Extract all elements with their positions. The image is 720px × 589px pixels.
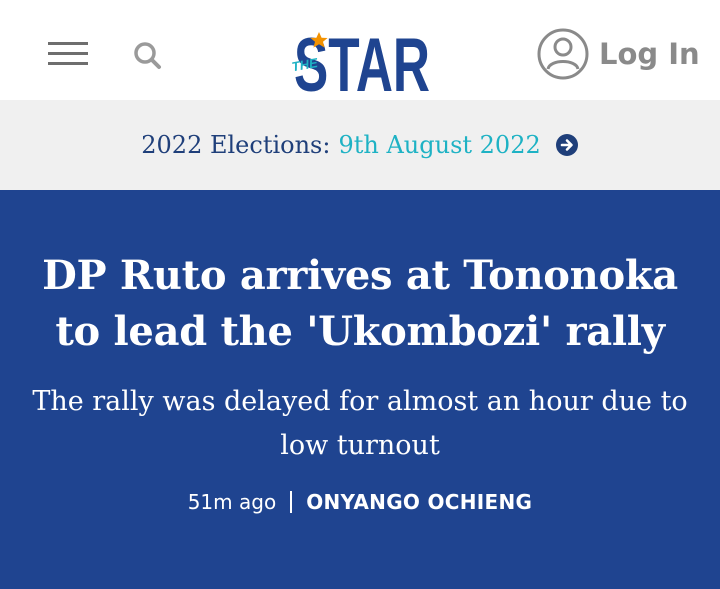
article-subheadline: The rally was delayed for almost an hour… <box>32 386 688 461</box>
election-label: 2022 Elections: <box>141 131 331 159</box>
meta-divider <box>290 491 293 513</box>
site-header: STAR THE Log In <box>0 0 720 100</box>
login-label: Log In <box>599 37 700 71</box>
election-banner[interactable]: 2022 Elections: 9th August 2022 <box>0 100 720 190</box>
arrow-right-circle-icon[interactable] <box>555 133 579 157</box>
hamburger-menu-icon[interactable] <box>48 42 88 66</box>
author-link[interactable]: ONYANGO OCHIENG <box>306 490 532 514</box>
the-star-logo[interactable]: STAR THE <box>290 12 432 94</box>
search-icon[interactable] <box>132 40 162 70</box>
article-meta: 51m ago ONYANGO OCHIENG <box>0 490 720 514</box>
article-hero: DP Ruto arrives at Tononoka to lead the … <box>0 190 720 589</box>
login-button[interactable]: Log In <box>537 26 700 82</box>
published-time: 51m ago <box>187 490 277 514</box>
article-headline: DP Ruto arrives at Tononoka to lead the … <box>42 252 678 355</box>
user-avatar-icon <box>537 28 589 80</box>
election-date: 9th August 2022 <box>338 131 541 159</box>
